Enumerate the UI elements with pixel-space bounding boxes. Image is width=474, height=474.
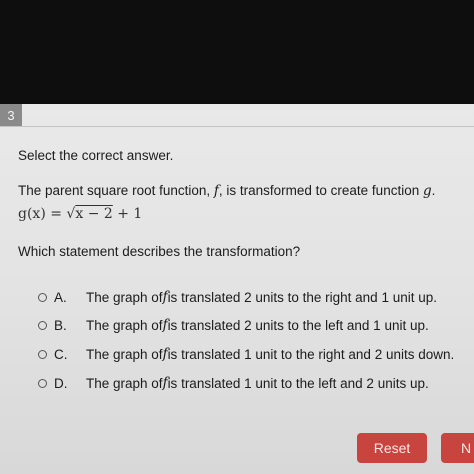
option-a[interactable]: A. The graph of f is translated 2 units …: [38, 287, 437, 307]
instruction-text: Select the correct answer.: [18, 148, 174, 163]
option-c[interactable]: C. The graph of f is translated 1 unit t…: [38, 344, 454, 364]
equation-radicand: x − 2: [75, 206, 113, 222]
top-dark-area: [0, 0, 474, 104]
function-equation: g(x) = √x − 2 + 1: [18, 206, 142, 222]
prompt-text-middle: , is transformed to create function: [218, 183, 423, 198]
prompt-text-after: .: [431, 183, 436, 198]
radio-icon[interactable]: [38, 378, 47, 388]
option-text-pre: The graph of: [86, 346, 163, 362]
option-d[interactable]: D. The graph of f is translated 1 unit t…: [38, 373, 429, 393]
option-text-post: is translated 1 unit to the right and 2 …: [167, 346, 455, 362]
reset-button[interactable]: Reset: [357, 433, 427, 463]
option-text-pre: The graph of: [86, 289, 163, 305]
prompt-text-before: The parent square root function,: [18, 183, 214, 198]
option-text-post: is translated 2 units to the left and 1 …: [167, 317, 429, 333]
option-letter: A.: [54, 289, 67, 305]
option-letter: C.: [54, 346, 68, 362]
question-text: Which statement describes the transforma…: [18, 244, 301, 259]
option-text-pre: The graph of: [86, 317, 163, 333]
option-letter: B.: [54, 317, 67, 333]
option-letter: D.: [54, 375, 68, 391]
question-prompt: The parent square root function, f, is t…: [18, 183, 435, 199]
prompt-g: g: [422, 183, 432, 199]
option-text-pre: The graph of: [86, 375, 163, 391]
radio-icon[interactable]: [38, 320, 47, 330]
radio-icon[interactable]: [38, 292, 47, 302]
equation-rhs: + 1: [112, 206, 143, 222]
option-text-post: is translated 2 units to the right and 1…: [167, 289, 437, 305]
radio-icon[interactable]: [38, 349, 47, 359]
equation-lhs: g(x) =: [18, 206, 67, 222]
option-b[interactable]: B. The graph of f is translated 2 units …: [38, 315, 429, 335]
option-text-post: is translated 1 unit to the left and 2 u…: [167, 375, 429, 391]
next-button[interactable]: N: [441, 433, 474, 463]
header-divider: [0, 126, 474, 127]
sqrt-icon: √: [66, 206, 76, 222]
question-number-badge: 3: [0, 104, 22, 126]
